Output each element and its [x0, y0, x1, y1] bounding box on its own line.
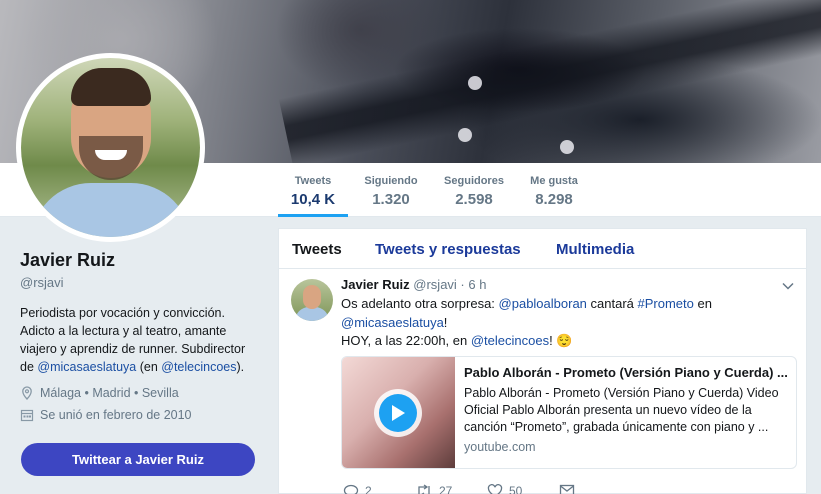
tweet-actions: 2 27 50 — [341, 484, 641, 494]
avatar-smile — [95, 150, 127, 160]
tweet-handle-time[interactable]: @rsjavi · 6 h — [413, 277, 486, 292]
profile-handle[interactable]: @rsjavi — [20, 275, 260, 290]
heart-icon — [487, 484, 503, 494]
bio-text: (en — [136, 360, 162, 374]
stat-value: 10,4 K — [290, 191, 336, 208]
avatar-shirt — [31, 183, 191, 237]
location-text: Málaga • Madrid • Sevilla — [40, 386, 179, 400]
tweet-avatar-shirt — [295, 307, 329, 321]
envelope-icon — [559, 484, 575, 494]
tweet-text-part: cantará — [586, 296, 638, 311]
banner-band — [278, 0, 821, 163]
banner-detail — [458, 128, 472, 142]
bio-link-micasaeslatuya[interactable]: @micasaeslatuya — [37, 360, 136, 374]
bio-text: ). — [236, 360, 245, 374]
reply-button[interactable]: 2 — [343, 484, 372, 494]
card-description: Pablo Alborán - Prometo (Versión Piano y… — [464, 386, 779, 434]
retweet-icon — [418, 484, 430, 494]
card-title: Pablo Alborán - Prometo (Versión Piano y… — [464, 365, 788, 380]
profile-avatar[interactable] — [16, 53, 205, 242]
tab-tweets-replies[interactable]: Tweets y respuestas — [375, 241, 521, 258]
tweet-avatar[interactable] — [291, 279, 333, 321]
stat-likes[interactable]: Me gusta 8.298 — [522, 163, 586, 217]
avatar-hair — [71, 68, 151, 106]
tweet-text-part: en — [693, 296, 712, 311]
mention-micasaeslatuya[interactable]: @micasaeslatuya — [341, 315, 444, 330]
reply-icon — [343, 484, 359, 494]
joined-text: Se unió en febrero de 2010 — [40, 408, 192, 422]
stat-value: 8.298 — [535, 191, 573, 208]
stat-label: Siguiendo — [364, 175, 418, 187]
stat-following[interactable]: Siguiendo 1.320 — [358, 163, 424, 217]
tab-media[interactable]: Multimedia — [556, 241, 634, 258]
tweet-text-part: Os adelanto otra sorpresa: — [341, 296, 499, 311]
profile-joined: Se unió en febrero de 2010 — [20, 408, 260, 422]
timeline: Tweets Tweets y respuestas Multimedia Ja… — [278, 228, 807, 494]
tweet-header: Javier Ruiz @rsjavi · 6 h — [341, 277, 486, 292]
banner-detail — [468, 76, 482, 90]
chevron-down-icon[interactable] — [782, 279, 794, 293]
like-count: 50 — [509, 484, 523, 494]
link-card[interactable]: Pablo Alborán - Prometo (Versión Piano y… — [341, 356, 797, 469]
tweet-text-part: HOY, a las 22:00h, en — [341, 333, 471, 348]
hashtag-prometo[interactable]: #Prometo — [638, 296, 694, 311]
tweet-text: Os adelanto otra sorpresa: @pabloalboran… — [341, 295, 791, 351]
stat-label: Tweets — [294, 175, 332, 187]
profile-name[interactable]: Javier Ruiz — [20, 250, 260, 271]
stat-label: Me gusta — [530, 175, 578, 187]
tweet-text-part: ! — [443, 314, 448, 330]
bio-link-telecincoes[interactable]: @telecincoes — [161, 360, 236, 374]
tweet-author-name[interactable]: Javier Ruiz — [341, 277, 410, 292]
avatar — [21, 58, 200, 237]
retweet-button[interactable]: 27 — [415, 484, 452, 494]
banner-detail — [560, 140, 574, 154]
profile-location: Málaga • Madrid • Sevilla — [20, 386, 260, 400]
stat-tweets[interactable]: Tweets 10,4 K — [278, 163, 348, 217]
profile-bio: Periodista por vocación y convicción. Ad… — [20, 304, 260, 376]
tab-tweets[interactable]: Tweets — [292, 241, 342, 258]
timeline-tabs: Tweets Tweets y respuestas Multimedia — [279, 229, 806, 269]
mention-pabloalboran[interactable]: @pabloalboran — [499, 296, 587, 311]
tweet-to-button[interactable]: Twittear a Javier Ruiz — [21, 443, 255, 476]
retweet-count: 27 — [439, 484, 453, 494]
stat-value: 1.320 — [372, 191, 410, 208]
video-thumbnail — [342, 357, 455, 468]
play-icon[interactable] — [374, 389, 422, 437]
mention-telecincoes[interactable]: @telecincoes — [471, 333, 549, 348]
like-button[interactable]: 50 — [487, 484, 522, 494]
reply-count: 2 — [365, 484, 372, 494]
card-body: Pablo Alborán - Prometo (Versión Piano y… — [464, 365, 790, 454]
tweet-avatar-face — [303, 285, 321, 309]
card-domain: youtube.com — [464, 440, 536, 454]
stat-followers[interactable]: Seguidores 2.598 — [438, 163, 510, 217]
location-icon — [22, 386, 32, 400]
message-button[interactable] — [559, 484, 575, 494]
profile-card: Javier Ruiz @rsjavi Periodista por vocac… — [20, 250, 260, 422]
calendar-icon — [20, 409, 34, 422]
stat-label: Seguidores — [444, 175, 504, 187]
relieved-emoji: 😌 — [556, 333, 573, 348]
stat-value: 2.598 — [455, 191, 493, 208]
